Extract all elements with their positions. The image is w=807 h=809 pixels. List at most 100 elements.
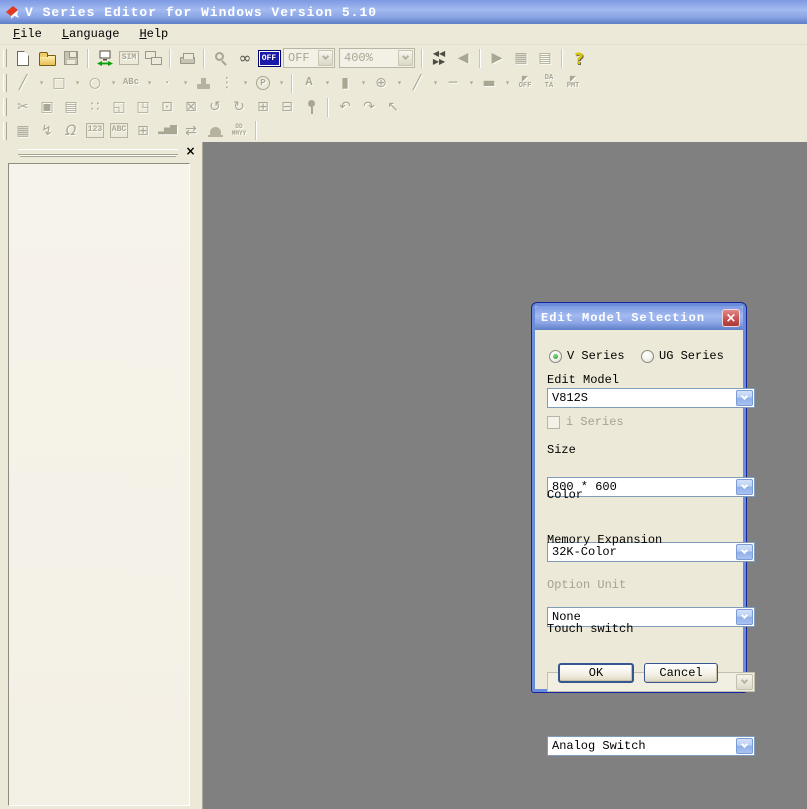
printer-icon xyxy=(180,57,195,64)
pen-tool-dropdown: ▾ xyxy=(357,72,369,94)
v-series-radio[interactable]: V Series xyxy=(549,349,625,363)
ug-series-radio[interactable]: UG Series xyxy=(641,349,724,363)
dropdown-arrow-icon[interactable] xyxy=(736,390,753,406)
menu-help-label: elp xyxy=(147,27,169,41)
cut-icon: ✂ xyxy=(17,100,29,114)
pen-tool-button: ▮ xyxy=(333,72,357,94)
dialog-close-button[interactable]: × xyxy=(722,309,740,327)
cut-button: ✂ xyxy=(11,96,35,118)
app-icon xyxy=(4,4,20,20)
save-icon xyxy=(64,51,78,65)
send-backward-icon: ⊠ xyxy=(185,100,197,114)
globe-icon: ⊕ xyxy=(375,76,387,90)
graph-part-button: ▂▅▇ xyxy=(155,120,179,142)
stamp-tool-button xyxy=(191,72,215,94)
off-overlap-icon: ◤ OFF xyxy=(519,75,532,91)
toolbar-grip[interactable] xyxy=(3,49,7,67)
alarm-part-button xyxy=(203,120,227,142)
toolbar-separator xyxy=(87,49,89,68)
cancel-button[interactable]: Cancel xyxy=(644,663,718,683)
line-style-icon: ╱ xyxy=(413,76,421,90)
dropdown-arrow-icon[interactable] xyxy=(736,479,753,495)
menu-help-hotkey: H xyxy=(139,27,146,41)
data-display-icon: DA TA xyxy=(545,75,553,90)
pmt-icon: ◤ PMT xyxy=(567,75,580,91)
menu-language[interactable]: Language xyxy=(57,26,125,42)
help-icon: ? xyxy=(574,49,583,68)
ruler-icon: ⋮ xyxy=(220,76,234,90)
screen-listbox[interactable] xyxy=(8,163,190,806)
numeric-part-button: 123 xyxy=(83,120,107,142)
text-tool-icon: ABc xyxy=(123,78,139,88)
touch-switch-value: Analog Switch xyxy=(552,739,646,753)
screen-jump-button[interactable]: ◀◀ ▶▶ xyxy=(427,47,451,69)
keypad-part-button: ▦ xyxy=(11,120,35,142)
dropdown-arrow-icon[interactable] xyxy=(736,609,753,625)
edit-model-select[interactable]: V812S xyxy=(547,388,755,408)
item-grid-icon: ▦ xyxy=(514,51,527,65)
ellipse-tool-dropdown: ▾ xyxy=(107,72,119,94)
line-tool-button: ╱ xyxy=(11,72,35,94)
help-button[interactable]: ? xyxy=(567,47,591,69)
menu-file[interactable]: File xyxy=(8,26,47,42)
touch-switch-select[interactable]: Analog Switch xyxy=(547,736,755,756)
open-folder-icon xyxy=(39,55,56,66)
text-tool-button: ABc xyxy=(119,72,143,94)
toolbar-draw: ╱ ▾ □ ▾ ○ ▾ ABc ▾ · ▾ ⋮ ▾ P ▾ A ▾ ▮ ▾ ⊕ … xyxy=(0,71,807,95)
dot-tool-dropdown: ▾ xyxy=(179,72,191,94)
undo-icon: ↶ xyxy=(339,100,351,114)
menu-file-label: ile xyxy=(20,27,42,41)
toolbar-standard: SIM ∞ OFF OFF 400% ◀◀ ▶▶ ◀ ▶ ▦ ▤ ? xyxy=(0,45,807,71)
color-label: Color xyxy=(547,488,729,502)
i-series-checkbox-row: i Series xyxy=(547,415,729,429)
calc-part-button: ⊞ xyxy=(131,120,155,142)
magnifier-icon xyxy=(215,52,224,61)
toolbar-separator xyxy=(291,74,293,93)
menu-help[interactable]: Help xyxy=(134,26,173,42)
app-titlebar: V Series Editor for Windows Version 5.10 xyxy=(0,0,807,24)
preview-button[interactable]: ∞ xyxy=(233,47,257,69)
new-file-button[interactable] xyxy=(11,47,35,69)
switch-part-button: ↯ xyxy=(35,120,59,142)
toolbar-grip[interactable] xyxy=(3,98,7,116)
network-button xyxy=(141,47,165,69)
bring-forward-button: ⊡ xyxy=(155,96,179,118)
rect-tool-button: □ xyxy=(47,72,71,94)
i-series-checkbox xyxy=(547,416,560,429)
bar-graph-icon: ▂▅▇ xyxy=(158,126,176,135)
toolbar-separator xyxy=(479,49,481,68)
dot-tool-button: · xyxy=(155,72,179,94)
item-list-button: ▦ xyxy=(509,47,533,69)
save-button xyxy=(59,47,83,69)
bring-front-icon: ◱ xyxy=(112,100,125,114)
touch-switch-label: Touch switch xyxy=(547,622,729,636)
keypad-icon: ▦ xyxy=(16,124,29,138)
toolbar-separator xyxy=(255,121,257,140)
bring-forward-icon: ⊡ xyxy=(161,100,173,114)
app-window: V Series Editor for Windows Version 5.10… xyxy=(0,0,807,809)
pmt-button: ◤ PMT xyxy=(561,72,585,94)
panel-close-button[interactable]: × xyxy=(184,144,197,157)
connector-part-button: ⇄ xyxy=(179,120,203,142)
screen-list-panel: × xyxy=(0,142,203,809)
toolbar-grip[interactable] xyxy=(3,122,7,140)
off-bit-button[interactable]: OFF xyxy=(257,47,281,69)
toolbar-grip[interactable] xyxy=(3,74,7,92)
dialog-titlebar: Edit Model Selection xyxy=(535,306,743,330)
edit-model-value: V812S xyxy=(552,391,588,405)
size-label: Size xyxy=(547,443,729,457)
ok-button[interactable]: OK xyxy=(558,663,634,683)
line-style-dropdown: ▾ xyxy=(429,72,441,94)
dropdown-arrow-icon[interactable] xyxy=(736,738,753,754)
copy-button: ▣ xyxy=(35,96,59,118)
p-mark-tool-dropdown: ▾ xyxy=(275,72,287,94)
off-bit-icon: OFF xyxy=(258,50,281,67)
panel-grip[interactable] xyxy=(18,149,178,155)
toolbar-separator xyxy=(327,98,329,117)
prev-screen-button: ◀ xyxy=(451,47,475,69)
screen-jump-icon: ◀◀ ▶▶ xyxy=(433,50,445,66)
open-file-button[interactable] xyxy=(35,47,59,69)
edit-model-dialog: Edit Model Selection × V Series UG Serie… xyxy=(532,303,746,692)
dropdown-arrow-icon[interactable] xyxy=(736,544,753,560)
transfer-button[interactable] xyxy=(93,47,117,69)
